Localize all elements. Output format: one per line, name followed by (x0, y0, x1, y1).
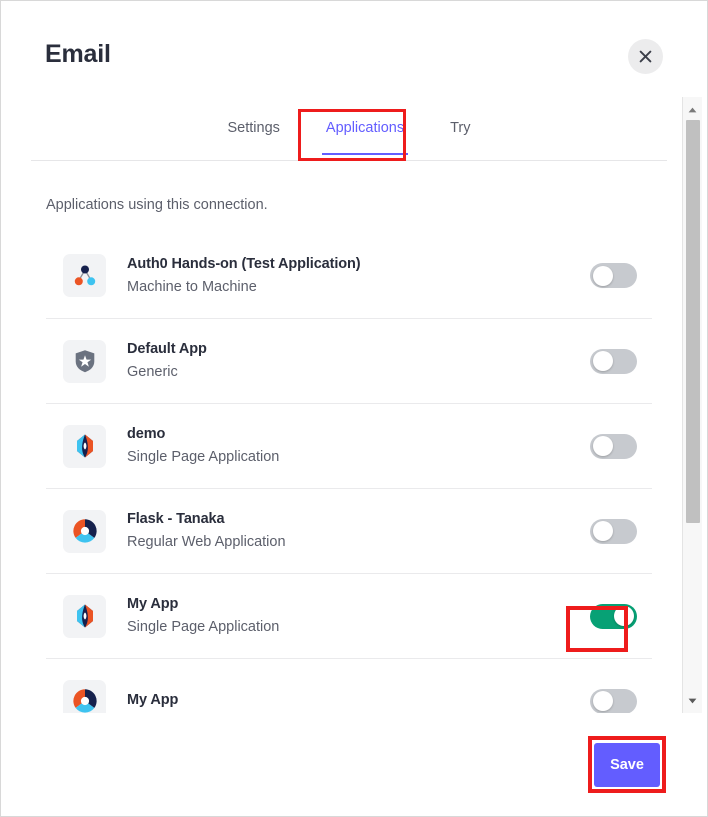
app-type: Regular Web Application (127, 534, 286, 550)
tab-settings[interactable]: Settings (222, 109, 286, 138)
pinwheel-icon (63, 679, 106, 713)
table-row[interactable]: Flask - Tanaka Regular Web Application (46, 488, 652, 573)
list-description: Applications using this connection. (46, 197, 268, 213)
scrollbar[interactable] (682, 97, 702, 713)
diamond-icon (63, 424, 106, 468)
app-name: My App (127, 596, 179, 612)
molecule-icon (63, 254, 106, 297)
page-title: Email (45, 40, 111, 68)
scrollbar-thumb[interactable] (686, 120, 700, 523)
app-enable-toggle[interactable] (590, 688, 637, 713)
app-enable-toggle[interactable] (590, 518, 637, 544)
table-row[interactable]: demo Single Page Application (46, 403, 652, 488)
app-name: Auth0 Hands-on (Test Application) (127, 255, 361, 272)
app-info: Auth0 Hands-on (Test Application) Machin… (127, 254, 590, 298)
app-info: Flask - Tanaka Regular Web Application (127, 509, 590, 553)
toggle-knob (593, 521, 613, 541)
scroll-down-button[interactable] (683, 692, 702, 710)
email-connection-modal: Email Settings Applications Try Applicat… (0, 0, 708, 817)
scroll-up-button[interactable] (683, 101, 702, 119)
toggle-knob (593, 691, 613, 711)
app-enable-toggle[interactable] (590, 263, 637, 288)
app-info: demo Single Page Application (127, 424, 590, 468)
toggle-knob (593, 265, 613, 286)
modal-header: Email (1, 1, 707, 97)
tab-applications[interactable]: Applications (320, 109, 410, 155)
app-name: demo (127, 426, 166, 442)
app-name: My App (127, 691, 179, 708)
pinwheel-icon (63, 509, 106, 553)
table-row[interactable]: My App Single Page Application (46, 573, 652, 658)
app-name: Flask - Tanaka (127, 511, 225, 527)
app-info: My App Single Page Application (127, 594, 590, 638)
toggle-knob (614, 606, 634, 626)
tab-bar: Settings Applications Try (31, 109, 667, 161)
applications-list-scroll-area[interactable]: Auth0 Hands-on (Test Application) Machin… (31, 233, 667, 713)
applications-list: Auth0 Hands-on (Test Application) Machin… (31, 233, 667, 713)
diamond-icon (63, 594, 106, 638)
tab-try[interactable]: Try (444, 109, 476, 138)
close-icon (639, 50, 652, 63)
app-info: Default App Generic (127, 339, 590, 383)
app-enable-toggle[interactable] (590, 348, 637, 374)
app-type: Machine to Machine (127, 278, 257, 295)
modal-footer: Save (2, 713, 707, 816)
app-info: My App (127, 690, 590, 713)
app-enable-toggle[interactable] (590, 433, 637, 459)
table-row[interactable]: Default App Generic (46, 318, 652, 403)
close-button[interactable] (628, 39, 663, 74)
app-type: Single Page Application (127, 449, 280, 465)
app-type: Single Page Application (127, 619, 280, 635)
table-row[interactable]: Auth0 Hands-on (Test Application) Machin… (46, 233, 652, 318)
save-button[interactable]: Save (594, 743, 660, 787)
auth0-shield-icon (63, 339, 106, 383)
table-row[interactable]: My App (46, 658, 652, 713)
app-type: Generic (127, 364, 178, 380)
app-enable-toggle[interactable] (590, 603, 637, 629)
toggle-knob (593, 351, 613, 371)
toggle-knob (593, 436, 613, 456)
caret-down-icon (688, 698, 697, 704)
app-name: Default App (127, 341, 207, 357)
caret-up-icon (688, 107, 697, 113)
